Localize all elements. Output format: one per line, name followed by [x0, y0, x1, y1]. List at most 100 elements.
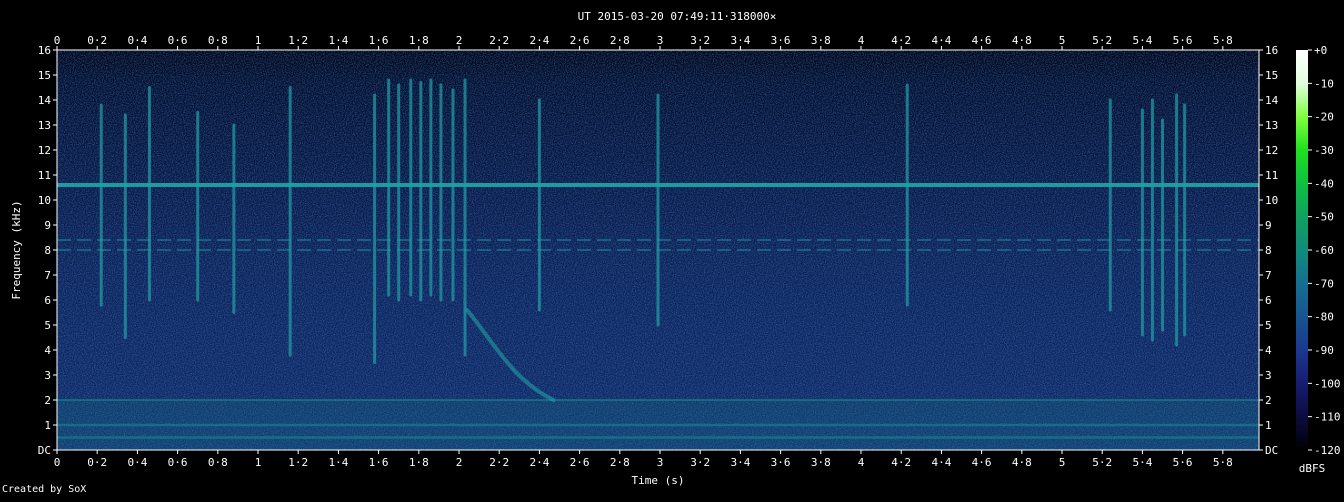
- y-tick-label-right-7: 7: [1265, 269, 1272, 282]
- colorbar-tick-label-5: -50: [1314, 211, 1334, 224]
- colorbar-tick-label-11: -110: [1314, 411, 1341, 424]
- y-tick-label-right-16: 16: [1265, 44, 1278, 57]
- y-tick-label-right-5: 5: [1265, 319, 1272, 332]
- y-tick-label-left-6: 6: [44, 294, 51, 307]
- y-tick-label-left-0: DC: [38, 444, 51, 457]
- x-tick-label-top-14: 2·8: [610, 34, 630, 47]
- x-tick-label-bottom-24: 4·8: [1012, 456, 1032, 469]
- x-tick-label-bottom-18: 3·6: [771, 456, 791, 469]
- y-tick-label-right-10: 10: [1265, 194, 1278, 207]
- x-tick-label-bottom-27: 5·4: [1132, 456, 1152, 469]
- x-tick-label-bottom-1: 0·2: [87, 456, 107, 469]
- x-tick-label-bottom-8: 1·6: [369, 456, 389, 469]
- x-tick-label-top-9: 1·8: [409, 34, 429, 47]
- x-tick-label-bottom-25: 5: [1059, 456, 1066, 469]
- y-tick-label-left-7: 7: [44, 269, 51, 282]
- x-tick-label-bottom-9: 1·8: [409, 456, 429, 469]
- colorbar-tick-label-10: -100: [1314, 377, 1341, 390]
- y-tick-label-left-8: 8: [44, 244, 51, 257]
- x-tick-label-top-6: 1·2: [288, 34, 308, 47]
- x-tick-label-bottom-19: 3·8: [811, 456, 831, 469]
- x-tick-label-top-12: 2·4: [529, 34, 549, 47]
- y-tick-label-left-15: 15: [38, 69, 51, 82]
- x-tick-label-top-20: 4: [858, 34, 865, 47]
- y-tick-label-left-12: 12: [38, 144, 51, 157]
- x-tick-label-bottom-3: 0·6: [168, 456, 188, 469]
- colorbar-tick-label-12: -120: [1314, 444, 1341, 457]
- x-tick-label-top-0: 0: [54, 34, 61, 47]
- y-tick-label-left-3: 3: [44, 369, 51, 382]
- x-tick-label-top-15: 3: [657, 34, 664, 47]
- colorbar-tick-label-0: +0: [1314, 44, 1327, 57]
- y-tick-label-left-10: 10: [38, 194, 51, 207]
- y-axis-label: Frequency (kHz): [10, 200, 23, 299]
- y-tick-label-left-11: 11: [38, 169, 51, 182]
- x-tick-label-top-16: 3·2: [690, 34, 710, 47]
- x-tick-label-top-19: 3·8: [811, 34, 831, 47]
- x-tick-label-bottom-20: 4: [858, 456, 865, 469]
- x-tick-label-bottom-13: 2·6: [570, 456, 590, 469]
- x-tick-label-bottom-10: 2: [456, 456, 463, 469]
- x-tick-label-bottom-26: 5·2: [1092, 456, 1112, 469]
- credit-text: Created by SoX: [2, 484, 87, 495]
- colorbar-tick-label-8: -80: [1314, 311, 1334, 324]
- x-tick-label-bottom-21: 4·2: [891, 456, 911, 469]
- x-tick-label-top-2: 0·4: [127, 34, 147, 47]
- x-tick-label-top-17: 3·4: [730, 34, 750, 47]
- x-tick-label-bottom-7: 1·4: [328, 456, 348, 469]
- x-tick-label-top-27: 5·4: [1132, 34, 1152, 47]
- x-tick-label-bottom-12: 2·4: [529, 456, 549, 469]
- y-tick-label-right-13: 13: [1265, 119, 1278, 132]
- y-tick-label-left-13: 13: [38, 119, 51, 132]
- x-tick-label-top-13: 2·6: [570, 34, 590, 47]
- x-tick-label-bottom-11: 2·2: [489, 456, 509, 469]
- x-tick-label-top-29: 5·8: [1213, 34, 1233, 47]
- x-tick-label-top-4: 0·8: [208, 34, 228, 47]
- colorbar-tick-label-1: -10: [1314, 77, 1334, 90]
- x-tick-label-bottom-16: 3·2: [690, 456, 710, 469]
- x-tick-label-bottom-28: 5·6: [1173, 456, 1193, 469]
- spectrogram-figure: UT 2015-03-20 07:49:11·318000× 0 0 0·2 0·2 0…: [0, 0, 1344, 498]
- y-tick-label-right-8: 8: [1265, 244, 1272, 257]
- plot-area: [57, 50, 1259, 450]
- y-tick-label-right-0: DC: [1265, 444, 1278, 457]
- x-tick-label-top-23: 4·6: [972, 34, 992, 47]
- colorbar-gradient: [1296, 50, 1308, 450]
- x-tick-label-top-11: 2·2: [489, 34, 509, 47]
- y-tick-label-right-12: 12: [1265, 144, 1278, 157]
- x-tick-label-top-18: 3·6: [771, 34, 791, 47]
- y-tick-label-right-3: 3: [1265, 369, 1272, 382]
- x-tick-label-top-10: 2: [456, 34, 463, 47]
- x-tick-label-bottom-29: 5·8: [1213, 456, 1233, 469]
- y-tick-label-right-2: 2: [1265, 394, 1272, 407]
- y-tick-label-right-4: 4: [1265, 344, 1272, 357]
- colorbar-label: dBFS: [1299, 462, 1326, 475]
- colorbar-tick-label-4: -40: [1314, 177, 1334, 190]
- x-tick-label-bottom-22: 4·4: [931, 456, 951, 469]
- x-tick-label-top-1: 0·2: [87, 34, 107, 47]
- x-tick-label-top-26: 5·2: [1092, 34, 1112, 47]
- x-tick-label-bottom-14: 2·8: [610, 456, 630, 469]
- x-tick-label-bottom-17: 3·4: [730, 456, 750, 469]
- x-tick-label-top-24: 4·8: [1012, 34, 1032, 47]
- colorbar-tick-label-9: -90: [1314, 344, 1334, 357]
- x-tick-label-top-7: 1·4: [328, 34, 348, 47]
- y-tick-label-right-14: 14: [1265, 94, 1279, 107]
- colorbar-tick-label-7: -70: [1314, 277, 1334, 290]
- x-tick-label-top-25: 5: [1059, 34, 1066, 47]
- x-tick-label-top-21: 4·2: [891, 34, 911, 47]
- y-tick-label-right-11: 11: [1265, 169, 1278, 182]
- x-tick-label-bottom-6: 1·2: [288, 456, 308, 469]
- colorbar-tick-label-6: -60: [1314, 244, 1334, 257]
- x-axis-label: Time (s): [632, 474, 685, 487]
- x-tick-label-top-5: 1: [255, 34, 262, 47]
- x-tick-label-bottom-23: 4·6: [972, 456, 992, 469]
- y-tick-label-right-15: 15: [1265, 69, 1278, 82]
- y-tick-label-left-16: 16: [38, 44, 51, 57]
- y-tick-label-left-9: 9: [44, 219, 51, 232]
- x-tick-label-bottom-0: 0: [54, 456, 61, 469]
- x-tick-label-top-3: 0·6: [168, 34, 188, 47]
- y-tick-label-left-1: 1: [44, 419, 51, 432]
- colorbar: +0 -10 -20 -30 -40 -50 -60 -70 -80 -90 -100 -110 -12…: [1296, 44, 1341, 457]
- x-tick-label-bottom-5: 1: [255, 456, 262, 469]
